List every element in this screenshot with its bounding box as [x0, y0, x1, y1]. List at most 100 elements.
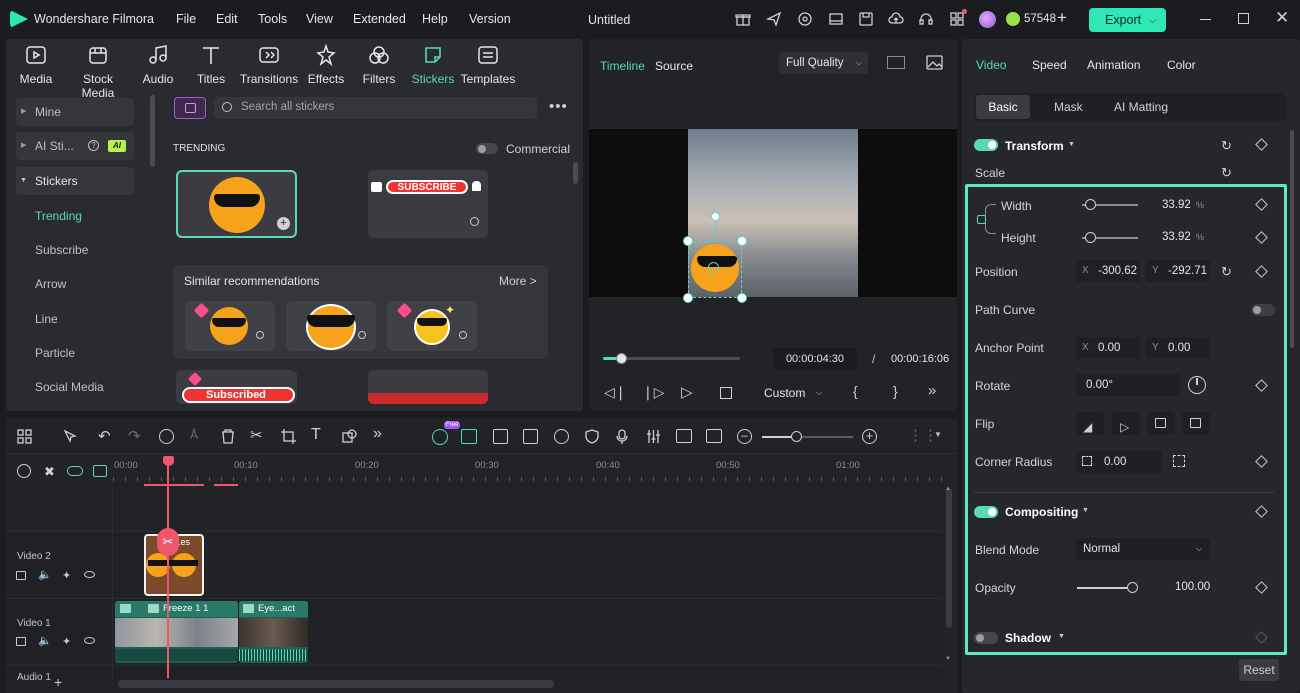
rotate-field[interactable]: 0.00° [1076, 374, 1180, 396]
mark-out-icon[interactable]: } [893, 383, 898, 399]
position-y-field[interactable]: Y -292.71 [1146, 260, 1210, 282]
scroll-up-icon[interactable]: ▲ [945, 486, 951, 492]
volume-icon[interactable]: 🔈 [38, 634, 52, 647]
save-icon[interactable] [858, 11, 874, 27]
chevron-down-icon[interactable]: ▼ [934, 430, 942, 439]
prev-frame-icon[interactable]: ◁❘ [604, 384, 627, 401]
opacity-slider[interactable] [1077, 582, 1138, 593]
reset-transform-icon[interactable]: ↻ [1221, 138, 1232, 154]
tab-video[interactable]: Video [976, 58, 1006, 72]
delete-icon[interactable] [221, 429, 235, 444]
more-controls-icon[interactable]: » [928, 382, 936, 399]
eye-clip[interactable]: Eye...act [239, 601, 308, 663]
picture-in-picture-icon[interactable] [676, 429, 692, 443]
sidebar-sub-line[interactable]: Line [35, 312, 58, 326]
shield-icon[interactable] [585, 429, 599, 444]
path-curve-toggle[interactable] [1251, 304, 1275, 316]
more-options-icon[interactable]: ••• [549, 98, 568, 115]
audio-mixer-icon[interactable] [646, 429, 661, 444]
split-scissors-icon[interactable]: ✂ [250, 426, 263, 444]
tab-animation[interactable]: Animation [1087, 58, 1140, 72]
sticker-category-button[interactable] [174, 97, 206, 119]
hide-effects-icon[interactable]: ✦ [62, 569, 71, 582]
tab-timeline[interactable]: Timeline [600, 59, 645, 73]
add-credits-icon[interactable]: + [1057, 8, 1067, 28]
sticker-card-subscribed[interactable]: Subscribed [176, 370, 297, 404]
menu-tools[interactable]: Tools [258, 12, 287, 26]
menu-help[interactable]: Help [422, 12, 448, 26]
tab-audio[interactable]: Audio [128, 44, 188, 86]
corner-radius-field[interactable]: 0.00 [1076, 451, 1162, 473]
render-icon[interactable] [706, 429, 722, 443]
track-manager-icon[interactable] [93, 465, 107, 477]
sidebar-sub-social-media[interactable]: Social Media [35, 380, 104, 394]
tab-transitions[interactable]: Transitions [239, 44, 299, 86]
sidebar-sub-trending[interactable]: Trending [35, 209, 82, 223]
rotate-cw-button[interactable] [1147, 412, 1175, 435]
add-track-icon[interactable]: + [54, 674, 62, 690]
menu-file[interactable]: File [176, 12, 196, 26]
add-sticker-icon[interactable]: + [277, 217, 290, 230]
auto-reframe-icon[interactable] [461, 429, 477, 444]
hide-effects-icon[interactable]: ✦ [62, 635, 71, 648]
apps-grid-icon[interactable] [949, 9, 967, 27]
more-tools-icon[interactable]: » [373, 425, 382, 443]
commercial-toggle[interactable] [476, 143, 498, 154]
similar-sticker-1[interactable] [185, 301, 275, 351]
shadow-toggle[interactable] [974, 632, 998, 644]
sidebar-item-stickers[interactable]: ▼ Stickers [16, 167, 134, 195]
rotate-dial-icon[interactable] [1188, 376, 1206, 394]
width-value[interactable]: 33.92 [1162, 199, 1191, 211]
maximize-button[interactable] [1238, 13, 1249, 24]
search-input[interactable]: Search all stickers [241, 101, 334, 113]
select-tool-icon[interactable] [63, 429, 78, 444]
close-button[interactable]: ✕ [1275, 8, 1289, 28]
caret-down-icon[interactable]: ▼ [1058, 633, 1065, 640]
tab-color[interactable]: Color [1167, 58, 1196, 72]
gift-icon[interactable] [735, 11, 751, 27]
headset-icon[interactable] [918, 11, 934, 27]
flip-horizontal-button[interactable]: ◢ [1076, 412, 1104, 435]
speed-ramp-icon[interactable] [159, 429, 174, 444]
resize-handle-bl[interactable] [683, 293, 693, 303]
sidebar-item-ai-stickers[interactable]: ▶ AI Sti... ? AI [16, 132, 134, 160]
anchor-y-field[interactable]: Y 0.00 [1146, 337, 1210, 359]
image-edit-icon[interactable] [523, 429, 538, 444]
help-icon[interactable]: ? [88, 140, 99, 151]
opacity-slider-knob[interactable] [1127, 582, 1138, 593]
resize-handle-tl[interactable] [683, 236, 693, 246]
tab-media[interactable]: Media [6, 44, 66, 86]
tab-speed[interactable]: Speed [1032, 58, 1067, 72]
stop-icon[interactable] [720, 387, 732, 399]
split-marker-icon[interactable]: ✂ [157, 528, 179, 556]
anchor-x-field[interactable]: X 0.00 [1076, 337, 1140, 359]
opacity-value[interactable]: 100.00 [1175, 581, 1210, 593]
undo-icon[interactable]: ↶ [98, 427, 111, 445]
cloud-upload-icon[interactable] [888, 11, 904, 27]
subtab-mask[interactable]: Mask [1054, 100, 1083, 114]
sticker-card-subscribe-2[interactable] [368, 370, 488, 404]
blend-mode-dropdown[interactable]: Normal ⌵ [1076, 538, 1210, 560]
tab-stickers[interactable]: Stickers [403, 44, 463, 86]
sticker-card-subscribe[interactable]: SUBSCRIBE [368, 170, 488, 238]
text-tool-icon[interactable]: T [311, 426, 321, 444]
transform-toggle[interactable] [974, 139, 998, 151]
minimize-button[interactable] [1200, 19, 1211, 20]
unlink-icon[interactable]: ✖ [44, 465, 55, 478]
height-slider[interactable] [1082, 232, 1138, 243]
sidebar-sub-particle[interactable]: Particle [35, 346, 75, 360]
sidebar-scrollbar[interactable] [150, 95, 155, 167]
quality-dropdown[interactable]: Full Quality ⌵ [779, 52, 868, 74]
compositing-toggle[interactable] [974, 506, 998, 518]
content-scrollbar[interactable] [573, 162, 578, 184]
tab-templates[interactable]: Templates [458, 44, 518, 86]
tab-effects[interactable]: Effects [296, 44, 356, 86]
similar-sticker-2[interactable] [286, 301, 376, 351]
freeze-clip[interactable]: Freeze 1 1 [115, 601, 238, 663]
resize-handle-tr[interactable] [737, 236, 747, 246]
sticker-card-sunglasses[interactable]: + [176, 170, 297, 238]
rotate-handle[interactable] [711, 212, 720, 221]
lock-icon[interactable] [977, 215, 986, 224]
resize-handle-br[interactable] [737, 293, 747, 303]
download-icon[interactable] [256, 331, 264, 339]
